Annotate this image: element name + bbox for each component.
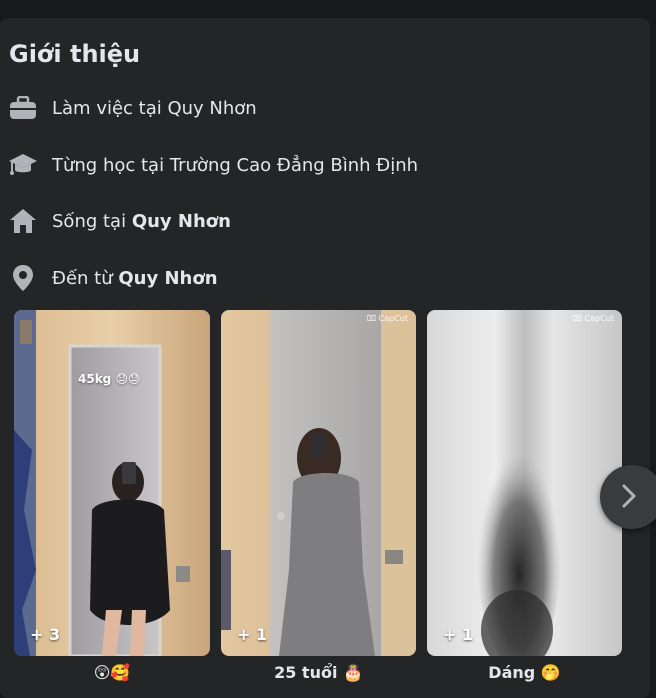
photo-count-badge: + 3 xyxy=(30,625,61,644)
next-button[interactable] xyxy=(600,465,656,529)
briefcase-icon xyxy=(8,93,38,123)
graduation-cap-icon xyxy=(8,150,38,180)
intro-item-from: Đến từ Quy Nhơn xyxy=(8,263,218,293)
featured-photo-2-image xyxy=(221,310,416,656)
featured-photo-3[interactable]: ⌧ CapCut + 1 xyxy=(427,310,622,656)
featured-photo-1-image xyxy=(14,310,210,656)
intro-item-lives: Sống tại Quy Nhơn xyxy=(8,206,231,236)
intro-item-label: Đến từ Quy Nhơn xyxy=(52,267,218,289)
intro-card: Giới thiệu Làm việc tại Quy Nhơn Từng họ… xyxy=(0,18,656,698)
intro-item-label: Từng học tại Trường Cao Đẳng Bình Định xyxy=(52,154,419,176)
home-icon xyxy=(8,206,38,236)
photo-count-badge: + 1 xyxy=(237,625,268,644)
featured-caption-2[interactable]: 25 tuổi 🎂 xyxy=(221,663,416,682)
photo-count-badge: + 1 xyxy=(443,625,474,644)
intro-title: Giới thiệu xyxy=(9,40,141,68)
featured-photo-2[interactable]: ⌧ CapCut + 1 xyxy=(221,310,416,656)
location-pin-icon xyxy=(8,263,38,293)
intro-item-work: Làm việc tại Quy Nhơn xyxy=(8,93,257,123)
intro-item-education: Từng học tại Trường Cao Đẳng Bình Định xyxy=(8,150,418,180)
capcut-watermark: ⌧ CapCut xyxy=(572,314,614,323)
featured-caption-1[interactable]: 😲🥰 xyxy=(14,663,210,682)
featured-caption-3[interactable]: Dáng 🤭 xyxy=(427,663,622,682)
featured-photo-3-image xyxy=(427,310,622,656)
chevron-right-icon xyxy=(622,484,636,511)
capcut-watermark: ⌧ CapCut xyxy=(366,314,408,323)
featured-photo-1[interactable]: 45kg 😓😓 + 3 xyxy=(14,310,210,656)
intro-item-label: Sống tại Quy Nhơn xyxy=(52,210,231,232)
photo-overlay-text: 45kg 😓😓 xyxy=(78,372,141,386)
intro-item-label: Làm việc tại Quy Nhơn xyxy=(52,97,257,119)
